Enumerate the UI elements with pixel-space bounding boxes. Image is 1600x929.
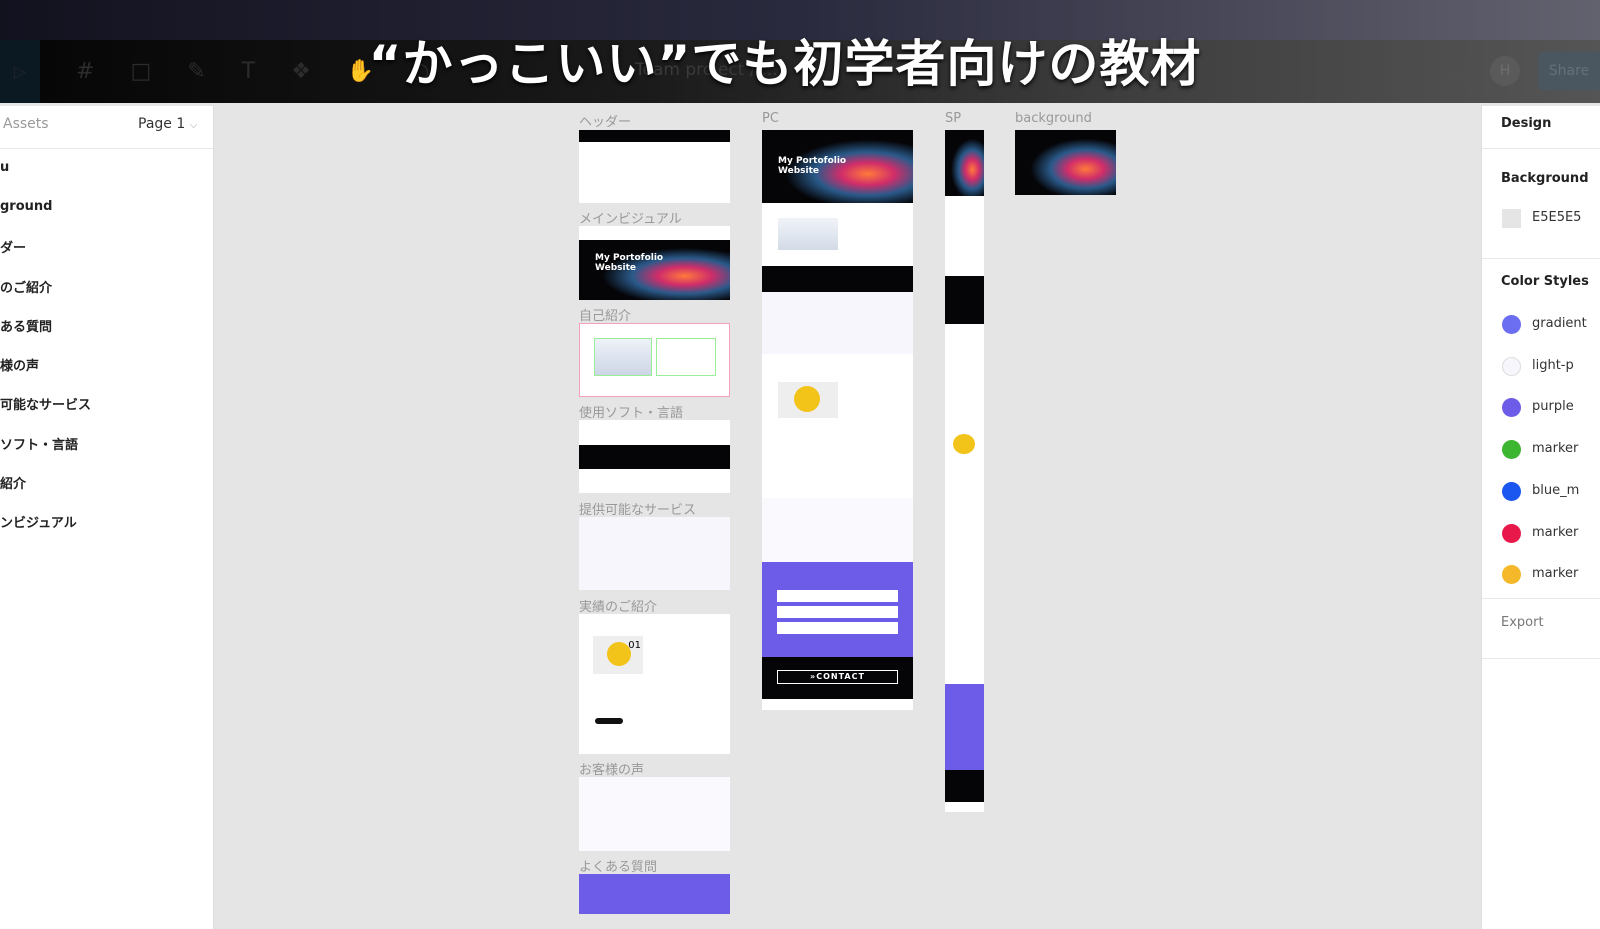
frame-faq[interactable] <box>579 874 730 914</box>
frame-pc[interactable]: My Portofolio Website »CONTACT <box>762 130 913 710</box>
export-section[interactable]: Export <box>1501 615 1544 630</box>
color-style-swatch[interactable] <box>1502 315 1521 334</box>
sp-faq <box>945 684 984 770</box>
works-button <box>595 718 623 724</box>
about-text <box>656 338 716 376</box>
video-caption: “かっこいい”でも初学者向けの教材 <box>368 35 1202 93</box>
color-style-name[interactable]: blue_m <box>1532 483 1579 498</box>
pc-faq <box>762 562 913 657</box>
frame-label-faq: よくある質問 <box>579 860 658 875</box>
color-style-swatch[interactable] <box>1502 356 1521 376</box>
background-value[interactable]: E5E5E5 <box>1532 210 1581 225</box>
nav-bar <box>579 130 730 142</box>
sp-hero <box>945 130 984 196</box>
frame-sp[interactable] <box>945 130 984 812</box>
layer-item[interactable]: ソフト・言語 <box>0 434 78 453</box>
about-image <box>594 338 652 376</box>
frame-label-voice: お客様の声 <box>579 763 645 778</box>
layer-item[interactable]: 可能なサービス <box>0 394 91 413</box>
layer-item[interactable]: ダー <box>0 237 26 256</box>
pc-hero-title: My Portofolio Website <box>778 156 847 176</box>
frame-header[interactable] <box>579 130 730 203</box>
color-style-swatch[interactable] <box>1502 398 1521 418</box>
page-selector[interactable]: Page 1 ⌵ <box>138 116 197 132</box>
color-style-swatch[interactable] <box>1502 565 1521 585</box>
color-styles-title: Color Styles <box>1501 274 1589 289</box>
color-style-name[interactable]: marker <box>1532 525 1578 540</box>
sp-works-circle <box>953 434 975 454</box>
color-style-name[interactable]: marker <box>1532 441 1578 456</box>
design-panel: Design Background E5E5E5 Color Styles gr… <box>1481 106 1600 929</box>
frame-label-services: 提供可能なサービス <box>579 503 697 518</box>
layer-item[interactable]: のご紹介 <box>0 277 52 296</box>
frame-label-background: background <box>1015 111 1092 126</box>
frame-voice[interactable] <box>579 777 730 851</box>
pc-services <box>762 292 913 354</box>
layer-item[interactable]: 様の声 <box>0 355 39 374</box>
software-band <box>579 445 730 469</box>
page-label: Page 1 <box>138 116 186 132</box>
frame-about[interactable] <box>579 323 730 397</box>
frame-label-about: 自己紹介 <box>579 309 632 324</box>
pc-contact: »CONTACT <box>762 657 913 699</box>
frame-label-software: 使用ソフト・言語 <box>579 406 684 421</box>
color-style-name[interactable]: light-p <box>1532 358 1574 373</box>
frame-label-main-visual: メインビジュアル <box>579 212 682 227</box>
frame-label-header: ヘッダー <box>579 115 632 130</box>
frame-works[interactable]: 01 <box>579 614 730 754</box>
sp-contact <box>945 770 984 802</box>
works-image: 01 <box>593 636 643 674</box>
pc-software-band <box>762 266 913 292</box>
assets-tab[interactable]: Assets <box>3 116 49 132</box>
background-swatch[interactable] <box>1502 209 1521 228</box>
color-style-swatch[interactable] <box>1502 481 1521 501</box>
chevron-down-icon: ⌵ <box>189 120 198 131</box>
layer-item[interactable]: ンビジュアル <box>0 512 77 531</box>
tab-design[interactable]: Design <box>1501 116 1551 131</box>
color-style-swatch[interactable] <box>1502 523 1521 543</box>
color-style-name[interactable]: gradient <box>1532 316 1587 331</box>
frame-label-sp: SP <box>945 111 962 126</box>
layer-item[interactable]: 紹介 <box>0 473 26 492</box>
pc-about-image <box>778 218 838 250</box>
contact-button: »CONTACT <box>777 670 898 684</box>
pc-works-image <box>778 382 838 418</box>
frame-label-pc: PC <box>762 111 779 126</box>
frame-main-visual[interactable]: My Portofolio Website <box>579 226 730 300</box>
background-title: Background <box>1501 171 1589 186</box>
sp-software <box>945 276 984 324</box>
layer-item[interactable]: ground <box>0 199 52 214</box>
works-number: 01 <box>628 640 641 651</box>
layer-item[interactable]: ある質問 <box>0 316 52 335</box>
hero-title: My Portofolio Website <box>595 253 664 273</box>
pc-voice <box>762 498 913 562</box>
frame-background[interactable] <box>1015 130 1116 195</box>
frame-software[interactable] <box>579 420 730 493</box>
layer-item[interactable]: u <box>0 160 9 175</box>
layers-panel: Assets Page 1 ⌵ u ground ダー のご紹介 ある質問 様の… <box>0 106 214 929</box>
frame-services[interactable] <box>579 517 730 590</box>
color-style-name[interactable]: marker <box>1532 566 1578 581</box>
color-style-swatch[interactable] <box>1502 440 1521 460</box>
color-style-name[interactable]: purple <box>1532 399 1574 414</box>
frame-label-works: 実績のご紹介 <box>579 600 658 615</box>
